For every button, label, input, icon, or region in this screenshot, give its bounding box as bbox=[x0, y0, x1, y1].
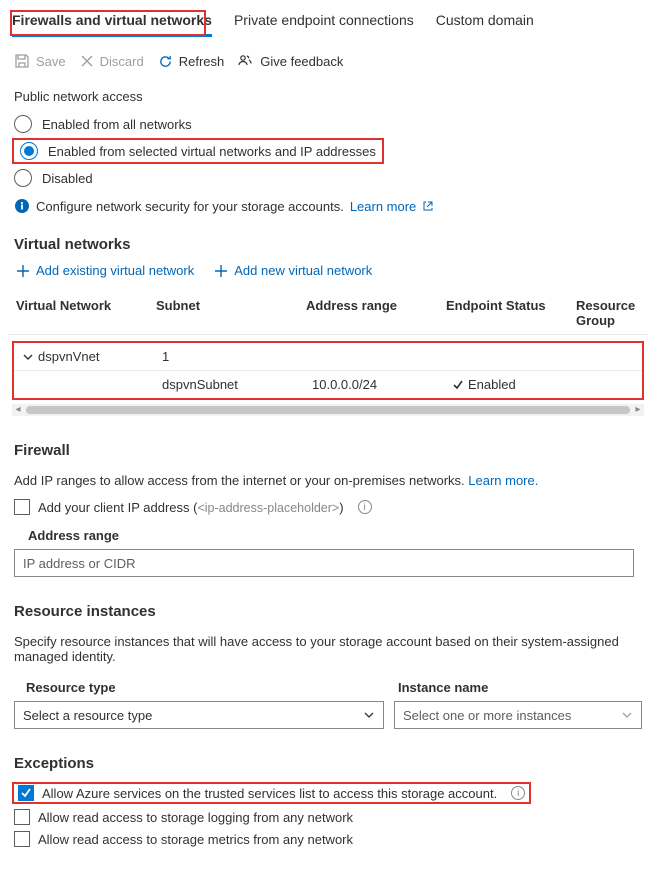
add-client-ip-checkbox[interactable]: Add your client IP address (<ip-address-… bbox=[8, 496, 648, 518]
info-icon bbox=[14, 198, 30, 214]
add-existing-label: Add existing virtual network bbox=[36, 263, 194, 278]
vnet-subnet-count: 1 bbox=[162, 349, 312, 364]
firewall-learn-more-link[interactable]: Learn more. bbox=[468, 473, 538, 488]
tab-custom-domain[interactable]: Custom domain bbox=[436, 8, 534, 37]
security-info: Configure network security for your stor… bbox=[8, 190, 648, 230]
feedback-button[interactable]: Give feedback bbox=[238, 53, 343, 69]
chevron-down-icon bbox=[621, 709, 633, 721]
firewall-desc: Add IP ranges to allow access from the i… bbox=[8, 469, 648, 496]
refresh-button[interactable]: Refresh bbox=[158, 54, 225, 69]
save-icon bbox=[14, 53, 30, 69]
exception-label: Allow read access to storage metrics fro… bbox=[38, 832, 353, 847]
add-new-label: Add new virtual network bbox=[234, 263, 372, 278]
scroll-thumb[interactable] bbox=[26, 406, 630, 414]
address-range-input[interactable]: IP address or CIDR bbox=[14, 549, 634, 577]
radio-disabled[interactable]: Disabled bbox=[8, 166, 648, 190]
col-subnet: Subnet bbox=[156, 298, 306, 328]
learn-more-link[interactable]: Learn more bbox=[350, 199, 433, 214]
exception-read-logging[interactable]: Allow read access to storage logging fro… bbox=[8, 806, 648, 828]
feedback-label: Give feedback bbox=[260, 54, 343, 69]
checkbox-icon bbox=[14, 499, 30, 515]
public-access-heading: Public network access bbox=[8, 87, 648, 112]
tab-bar: Firewalls and virtual networks Private e… bbox=[8, 8, 648, 37]
radio-enabled-all[interactable]: Enabled from all networks bbox=[8, 112, 648, 136]
radio-label: Enabled from all networks bbox=[42, 117, 192, 132]
instance-name-label: Instance name bbox=[398, 680, 642, 695]
scroll-left-icon: ◂ bbox=[12, 404, 24, 416]
resource-type-label: Resource type bbox=[26, 680, 398, 695]
check-icon bbox=[452, 379, 464, 391]
instance-name-placeholder: Select one or more instances bbox=[403, 708, 571, 723]
radio-label: Disabled bbox=[42, 171, 93, 186]
address-range-placeholder: IP address or CIDR bbox=[23, 556, 135, 571]
scroll-right-icon: ▸ bbox=[632, 404, 644, 416]
highlight-selected-radio: Enabled from selected virtual networks a… bbox=[12, 138, 384, 164]
firewall-heading: Firewall bbox=[8, 436, 648, 469]
highlight-vnet-rows: dspvnVnet 1 dspvnSubnet 10.0.0.0/24 Enab… bbox=[12, 341, 644, 400]
radio-enabled-selected[interactable]: Enabled from selected virtual networks a… bbox=[18, 142, 378, 160]
external-link-icon bbox=[423, 201, 433, 211]
checkbox-icon bbox=[14, 809, 30, 825]
feedback-icon bbox=[238, 53, 254, 69]
save-label: Save bbox=[36, 54, 66, 69]
radio-icon-selected bbox=[20, 142, 38, 160]
radio-label: Enabled from selected virtual networks a… bbox=[48, 144, 376, 159]
vnet-name: dspvnVnet bbox=[38, 349, 99, 364]
info-tooltip-icon[interactable]: i bbox=[511, 786, 525, 800]
col-addr: Address range bbox=[306, 298, 446, 328]
chevron-down-icon bbox=[22, 351, 34, 363]
info-text: Configure network security for your stor… bbox=[36, 199, 344, 214]
tab-private-endpoints[interactable]: Private endpoint connections bbox=[234, 8, 414, 37]
endpoint-status: Enabled bbox=[468, 377, 516, 392]
discard-button[interactable]: Discard bbox=[80, 54, 144, 69]
instance-name-dropdown[interactable]: Select one or more instances bbox=[394, 701, 642, 729]
resource-type-dropdown[interactable]: Select a resource type bbox=[14, 701, 384, 729]
exception-trusted-services[interactable]: Allow Azure services on the trusted serv… bbox=[16, 785, 527, 801]
resource-instances-desc: Specify resource instances that will hav… bbox=[8, 630, 648, 672]
add-existing-vnet-button[interactable]: Add existing virtual network bbox=[16, 263, 194, 278]
firewall-desc-text: Add IP ranges to allow access from the i… bbox=[14, 473, 465, 488]
col-rg: Resource Group bbox=[576, 298, 640, 328]
tab-firewalls[interactable]: Firewalls and virtual networks bbox=[12, 8, 212, 37]
resource-type-placeholder: Select a resource type bbox=[23, 708, 152, 723]
subnet-addr: 10.0.0.0/24 bbox=[312, 377, 452, 392]
refresh-label: Refresh bbox=[179, 54, 225, 69]
vnet-table-header: Virtual Network Subnet Address range End… bbox=[8, 292, 648, 335]
toolbar: Save Discard Refresh Give feedback bbox=[8, 43, 648, 87]
subnet-name: dspvnSubnet bbox=[162, 377, 312, 392]
exception-label: Allow Azure services on the trusted serv… bbox=[42, 786, 497, 801]
add-new-vnet-button[interactable]: Add new virtual network bbox=[214, 263, 372, 278]
exceptions-heading: Exceptions bbox=[8, 749, 648, 782]
client-ip-label: Add your client IP address (<ip-address-… bbox=[38, 500, 344, 515]
learn-more-text: Learn more bbox=[350, 199, 416, 214]
checkbox-icon bbox=[14, 831, 30, 847]
vnets-heading: Virtual networks bbox=[8, 230, 648, 263]
chevron-down-icon bbox=[363, 709, 375, 721]
radio-icon bbox=[14, 115, 32, 133]
checkbox-checked-icon bbox=[18, 785, 34, 801]
resource-instances-heading: Resource instances bbox=[8, 597, 648, 630]
refresh-icon bbox=[158, 54, 173, 69]
info-tooltip-icon[interactable]: i bbox=[358, 500, 372, 514]
col-vnet: Virtual Network bbox=[16, 298, 156, 328]
address-range-label: Address range bbox=[8, 518, 648, 549]
highlight-exception: Allow Azure services on the trusted serv… bbox=[12, 782, 531, 804]
plus-icon bbox=[16, 264, 30, 278]
subnet-row[interactable]: dspvnSubnet 10.0.0.0/24 Enabled bbox=[14, 370, 642, 398]
discard-icon bbox=[80, 54, 94, 68]
exception-label: Allow read access to storage logging fro… bbox=[38, 810, 353, 825]
radio-icon bbox=[14, 169, 32, 187]
horizontal-scrollbar[interactable]: ◂ ▸ bbox=[12, 404, 644, 416]
col-ep: Endpoint Status bbox=[446, 298, 576, 328]
exception-read-metrics[interactable]: Allow read access to storage metrics fro… bbox=[8, 828, 648, 850]
plus-icon bbox=[214, 264, 228, 278]
discard-label: Discard bbox=[100, 54, 144, 69]
vnet-row[interactable]: dspvnVnet 1 bbox=[14, 343, 642, 370]
save-button[interactable]: Save bbox=[14, 53, 66, 69]
